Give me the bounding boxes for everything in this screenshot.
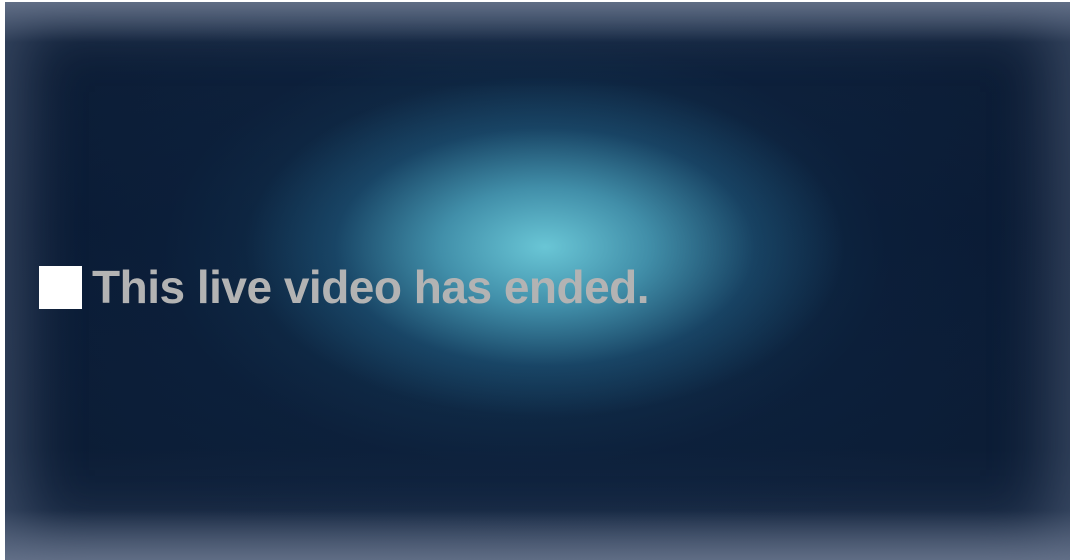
stop-icon [39,265,82,309]
bottom-edge-fade [5,510,1070,560]
video-player[interactable]: This live video has ended. [5,2,1070,560]
top-edge-fade [5,2,1070,42]
live-ended-text: This live video has ended. [92,261,650,313]
live-ended-message: This live video has ended. [39,260,650,314]
